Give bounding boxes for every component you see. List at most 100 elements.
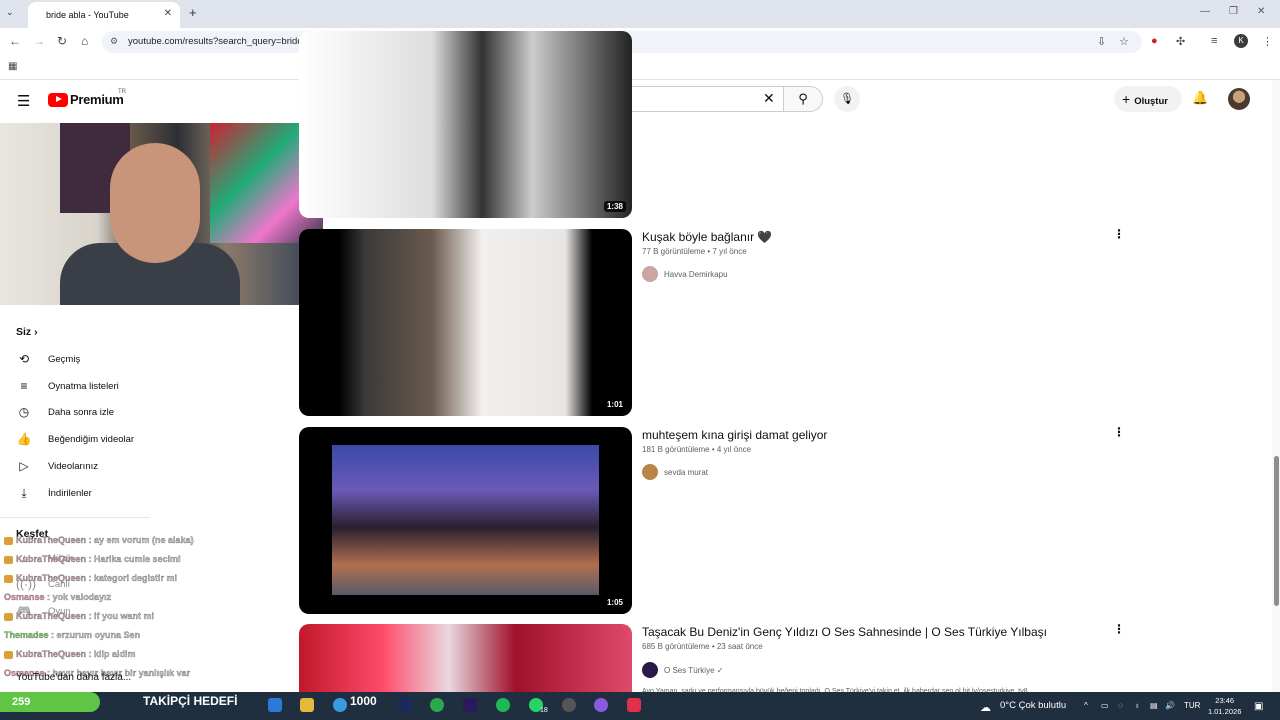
profile-avatar[interactable]: K [1234, 34, 1248, 48]
chrome-icon[interactable] [333, 698, 347, 712]
extension-badge-icon[interactable]: ● [1151, 35, 1158, 47]
app-icon[interactable] [268, 698, 282, 712]
sidebar-section-you[interactable]: Siz › [16, 326, 38, 338]
page-scrollbar[interactable] [1272, 80, 1280, 692]
scrollbar-thumb[interactable] [1274, 456, 1279, 606]
mic-tray-icon[interactable]: ♁ [1134, 701, 1140, 710]
media-controls-icon[interactable]: ≡ [1211, 35, 1217, 47]
network-icon[interactable]: ▤ [1150, 701, 1158, 710]
user-avatar[interactable] [1228, 88, 1250, 110]
download-icon: ⤓ [21, 486, 27, 500]
app-icon[interactable] [627, 698, 641, 712]
reload-icon[interactable]: ↻ [57, 34, 67, 48]
section-you-label: Siz [16, 326, 32, 338]
volume-icon[interactable]: 🔊 [1165, 701, 1175, 710]
create-button[interactable]: + Oluştur [1114, 86, 1182, 112]
minimize-icon[interactable]: — [1200, 6, 1210, 17]
back-arrow-icon[interactable]: ← [9, 34, 21, 48]
clear-search-icon[interactable]: ✕ [763, 90, 775, 107]
video-channel[interactable]: sevda murat [642, 464, 708, 480]
sidebar-item-playlists[interactable]: ≡ Oynatma listeleri [16, 379, 119, 393]
site-info-icon[interactable]: ⚙ [110, 36, 118, 47]
video-channel[interactable]: Havva Demirkapu [642, 266, 728, 282]
sidebar-item-watch-later[interactable]: ◷ Daha sonra izle [16, 405, 114, 419]
photoshop-icon[interactable] [398, 698, 412, 712]
sidebar-item-liked[interactable]: 👍 Beğendiğim videolar [16, 432, 135, 446]
clock-date: 1.01.2026 [1208, 707, 1242, 716]
more-actions-icon[interactable]: ⋮ [1113, 622, 1125, 636]
video-title[interactable]: Kuşak böyle bağlanır 🖤 [642, 230, 772, 244]
video-meta: 685 B görüntüleme • 23 saat önce [642, 642, 763, 651]
video-thumbnail[interactable]: 1:01 [299, 229, 632, 416]
channel-avatar [642, 266, 658, 282]
app-icon[interactable] [430, 698, 444, 712]
video-title[interactable]: muhteşem kına girişi damat geliyor [642, 428, 827, 442]
video-thumbnail[interactable]: 1:05 [299, 427, 632, 614]
new-tab-icon[interactable]: + [189, 5, 197, 20]
notification-center-icon[interactable]: ▣ [1254, 701, 1263, 712]
weather-text[interactable]: 0°C Çok bulutlu [1000, 700, 1066, 711]
spotify-icon[interactable] [496, 698, 510, 712]
chat-message: KubraTheQueen : Harika cumle secimi [4, 554, 181, 564]
input-language[interactable]: TUR [1184, 701, 1200, 710]
install-app-icon[interactable]: ⇩ [1097, 35, 1106, 48]
tray-chevron-icon[interactable]: ^ [1084, 701, 1088, 710]
channel-avatar [642, 662, 658, 678]
sidebar-item-your-videos[interactable]: ▷ Videolarınız [16, 459, 98, 473]
chat-text: : yok valodayız [47, 592, 112, 602]
sidebar-item-label: Daha sonra izle [48, 406, 115, 418]
thumb-up-icon: 👍 [16, 432, 32, 446]
youtube-logo[interactable]: Premium TR [48, 89, 126, 107]
channel-avatar [642, 464, 658, 480]
tab-close-icon[interactable]: ✕ [164, 8, 172, 19]
chat-message: Themadee : erzurum oyuna Sen [4, 630, 140, 640]
chat-badge-icon [4, 574, 13, 583]
apps-grid-icon[interactable]: ▦ [8, 61, 17, 72]
extensions-puzzle-icon[interactable]: ✣ [1176, 35, 1185, 48]
chat-badge-icon [4, 555, 13, 564]
sidebar-item-history[interactable]: ⟲ Geçmiş [16, 352, 80, 366]
video-thumbnail[interactable]: 1:38 [299, 31, 632, 218]
file-explorer-icon[interactable] [300, 698, 314, 712]
restore-icon[interactable]: ❐ [1229, 6, 1238, 17]
more-actions-icon[interactable]: ⋮ [1113, 425, 1125, 439]
sidebar-item-label: Geçmiş [48, 353, 81, 365]
tray-app-icon[interactable]: ▭ [1101, 701, 1109, 710]
video-title[interactable]: Taşacak Bu Deniz'in Genç Yıldızı O Ses S… [642, 625, 1047, 639]
video-icon: ▷ [19, 459, 29, 473]
system-clock[interactable]: 23:46 1.01.2026 [1208, 695, 1241, 717]
chat-message: KubraTheQueen : ay em vorum (ne alaka) [4, 535, 194, 545]
chat-text: : Harika cumle secimi [88, 554, 181, 564]
discord-icon[interactable] [594, 698, 608, 712]
create-label: Oluştur [1134, 96, 1168, 107]
forward-arrow-icon[interactable]: → [33, 34, 45, 48]
channel-name: O Ses Türkiye [664, 665, 715, 675]
plus-icon: + [1122, 91, 1131, 107]
notifications-bell-icon[interactable]: 🔔 [1192, 90, 1208, 106]
video-thumbnail[interactable] [299, 624, 632, 692]
sidebar-item-downloads[interactable]: ⤓ İndirilenler [16, 486, 92, 501]
voice-search-button[interactable]: 🎙 [834, 86, 860, 112]
window-close-icon[interactable]: ✕ [1257, 6, 1265, 17]
chat-text: : klip aldim [88, 649, 136, 659]
chat-user: KubraTheQueen [16, 573, 87, 583]
browser-menu-icon[interactable]: ⋮ [1262, 35, 1273, 48]
wifi-icon[interactable]: ◌ [1118, 701, 1123, 710]
more-actions-icon[interactable]: ⋮ [1113, 227, 1125, 241]
chat-message: KubraTheQueen : klip aldim [4, 649, 136, 659]
app-icon[interactable] [562, 698, 576, 712]
search-button[interactable]: ⚲ [784, 86, 823, 112]
more-from-youtube-link[interactable]: YouTube'dan daha fazla... [16, 672, 131, 683]
thumbnail-image [332, 445, 599, 595]
tab-search-chevron-icon[interactable]: ⌄ [6, 7, 14, 18]
premiere-icon[interactable] [463, 698, 477, 712]
sidebar-item-label: İndirilenler [48, 488, 92, 499]
hamburger-menu-icon[interactable]: ☰ [17, 92, 30, 110]
sidebar-item-label: Videolarınız [48, 460, 98, 472]
sidebar-item-label: Oynatma listeleri [48, 380, 119, 392]
video-channel[interactable]: O Ses Türkiye ✓ [642, 662, 723, 678]
home-icon[interactable]: ⌂ [81, 34, 88, 48]
bookmark-star-icon[interactable]: ☆ [1119, 35, 1129, 48]
browser-tab[interactable]: bride abla - YouTube ✕ [28, 2, 180, 28]
chat-badge-icon [4, 612, 13, 621]
